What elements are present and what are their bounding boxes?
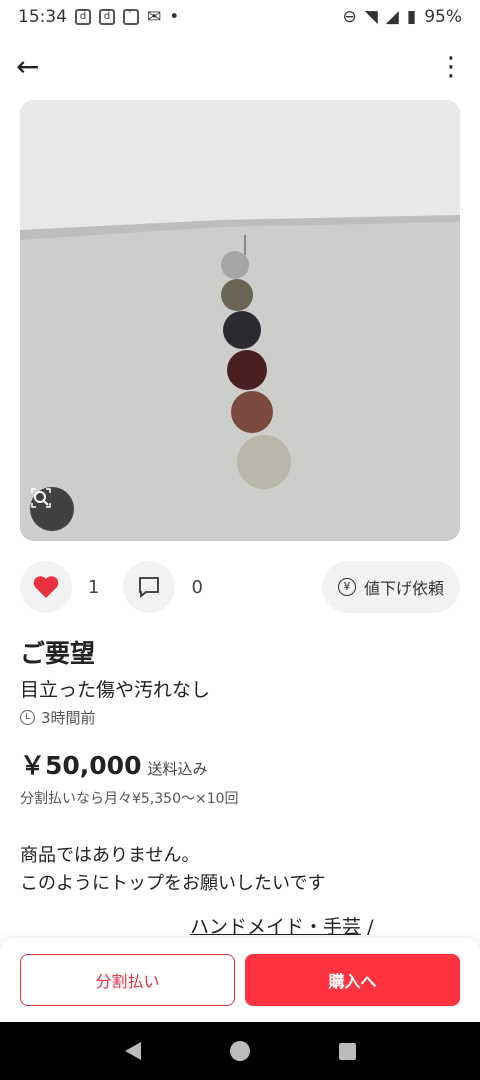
description-line: このようにトップをお願いしたいです [20, 873, 326, 894]
product-photo[interactable] [20, 100, 460, 541]
status-time: 15:34 [18, 7, 67, 27]
category-breadcrumb: ハンドメイド・手芸 / [190, 912, 373, 939]
sim-icon: ﾟ [123, 9, 139, 25]
signal-icon: ◢ [385, 7, 399, 27]
system-nav-bar [0, 1022, 480, 1080]
installment-info: 分割払いなら月々¥5,350〜×10回 [20, 791, 239, 807]
posted-time-text: 3時間前 [41, 709, 96, 727]
battery-icon: ▮ [406, 7, 417, 27]
clock-icon [20, 710, 35, 725]
image-search-icon[interactable] [30, 487, 74, 531]
price-block: ￥50,000 送料込み [20, 746, 208, 782]
d-box-icon: d [99, 9, 115, 25]
dot-icon: • [169, 7, 180, 27]
d-icon: d [75, 9, 91, 25]
more-vert-icon[interactable]: ⋮ [438, 54, 464, 80]
mail-icon: ✉ [147, 7, 162, 27]
buy-button[interactable]: 購入へ [245, 954, 460, 1006]
bottom-action-bar: 分割払い 購入へ [0, 938, 480, 1022]
posted-time: 3時間前 [20, 707, 96, 728]
app-bar: ← ⋮ [0, 40, 480, 94]
product-description: 商品ではありません。 このようにトップをお願いしたいです [20, 842, 325, 898]
like-button[interactable] [20, 561, 72, 613]
installment-button[interactable]: 分割払い [20, 954, 235, 1006]
description-line: 商品ではありません。 [20, 845, 200, 866]
shipping-label: 送料込み [147, 760, 208, 778]
category-separator: / [367, 916, 374, 938]
nav-back-icon[interactable] [124, 1042, 141, 1060]
price-drop-request-button[interactable]: ¥ 値下げ依頼 [321, 561, 460, 613]
price-drop-label: 値下げ依頼 [363, 579, 444, 598]
product-title: ご要望 [20, 639, 96, 668]
comments-count: 0 [191, 576, 203, 598]
wifi-icon: ◥ [364, 7, 378, 27]
nav-home-icon[interactable] [229, 1041, 250, 1061]
yen-icon: ¥ [337, 578, 356, 596]
likes-count: 1 [88, 576, 100, 598]
nav-recents-icon[interactable] [338, 1042, 356, 1060]
price-amount: ￥50,000 [20, 751, 142, 780]
back-arrow-icon[interactable]: ← [16, 53, 44, 81]
comment-icon [139, 577, 160, 598]
category-link[interactable]: ハンドメイド・手芸 [190, 916, 361, 938]
product-condition: 目立った傷や汚れなし [20, 679, 211, 701]
status-bar: 15:34 d d ﾟ ✉ • ⊖ ◥ ◢ ▮ 95% [0, 0, 480, 34]
dnd-icon: ⊖ [342, 7, 357, 27]
battery-percent: 95% [424, 7, 462, 27]
action-row: 1 0 ¥ 値下げ依頼 [20, 560, 460, 614]
heart-icon [33, 576, 59, 598]
photo-image [20, 100, 460, 541]
comment-button[interactable] [123, 561, 176, 613]
